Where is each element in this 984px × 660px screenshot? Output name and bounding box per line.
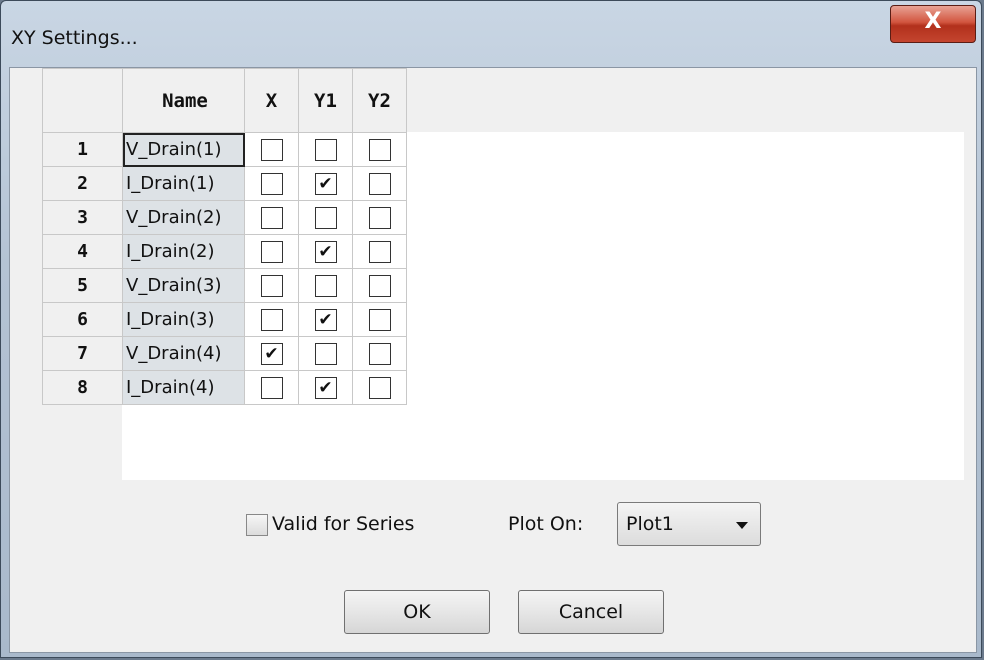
checkmark-icon: ✔ bbox=[264, 343, 279, 364]
close-button[interactable]: X bbox=[890, 5, 976, 43]
y1-checkbox[interactable]: ✔ bbox=[314, 240, 337, 263]
y1-cell bbox=[298, 200, 353, 235]
y2-cell bbox=[352, 234, 407, 269]
x-checkbox[interactable] bbox=[260, 308, 283, 331]
x-checkbox[interactable] bbox=[260, 274, 283, 297]
row-index: 6 bbox=[42, 302, 123, 337]
row-index: 8 bbox=[42, 370, 123, 405]
y1-checkbox[interactable] bbox=[314, 342, 337, 365]
header-name[interactable]: Name bbox=[122, 68, 245, 133]
series-name-cell[interactable]: V_Drain(4) bbox=[122, 336, 245, 371]
row-index: 5 bbox=[42, 268, 123, 303]
y1-checkbox[interactable] bbox=[314, 274, 337, 297]
grid-row: 1 V_Drain(1) bbox=[42, 132, 407, 167]
xy-grid: Name X Y1 Y2 1 V_Drain(1) 2 I_Drain(1) ✔ 3 V_D… bbox=[42, 68, 407, 405]
x-checkbox[interactable] bbox=[260, 240, 283, 263]
ok-button[interactable]: OK bbox=[344, 590, 490, 634]
checkmark-icon: ✔ bbox=[318, 241, 333, 262]
y2-checkbox[interactable] bbox=[368, 240, 391, 263]
plot-on-selected-value: Plot1 bbox=[626, 513, 674, 535]
series-name-cell[interactable]: V_Drain(2) bbox=[122, 200, 245, 235]
header-y1[interactable]: Y1 bbox=[298, 68, 353, 133]
valid-for-series-label: Valid for Series bbox=[272, 513, 415, 535]
series-name-cell[interactable]: I_Drain(2) bbox=[122, 234, 245, 269]
dialog-client-area: Name X Y1 Y2 1 V_Drain(1) 2 I_Drain(1) ✔ 3 V_D… bbox=[9, 67, 977, 653]
y1-cell: ✔ bbox=[298, 166, 353, 201]
y1-checkbox[interactable] bbox=[314, 206, 337, 229]
dialog-title: XY Settings... bbox=[11, 27, 138, 49]
checkmark-icon: ✔ bbox=[318, 377, 333, 398]
x-checkbox[interactable] bbox=[260, 376, 283, 399]
y1-cell: ✔ bbox=[298, 302, 353, 337]
y2-cell bbox=[352, 336, 407, 371]
y1-cell bbox=[298, 336, 353, 371]
y1-checkbox[interactable] bbox=[314, 138, 337, 161]
plot-on-dropdown[interactable]: Plot1 bbox=[617, 502, 761, 546]
y2-checkbox[interactable] bbox=[368, 138, 391, 161]
checkmark-icon: ✔ bbox=[318, 173, 333, 194]
grid-row: 7 V_Drain(4) ✔ bbox=[42, 336, 407, 371]
header-x[interactable]: X bbox=[244, 68, 299, 133]
grid-row: 3 V_Drain(2) bbox=[42, 200, 407, 235]
row-index: 2 bbox=[42, 166, 123, 201]
y2-cell bbox=[352, 200, 407, 235]
grid-header-row: Name X Y1 Y2 bbox=[42, 68, 407, 133]
y2-cell bbox=[352, 166, 407, 201]
y1-checkbox[interactable]: ✔ bbox=[314, 172, 337, 195]
y2-checkbox[interactable] bbox=[368, 308, 391, 331]
x-checkbox[interactable]: ✔ bbox=[260, 342, 283, 365]
row-index: 4 bbox=[42, 234, 123, 269]
y2-cell bbox=[352, 132, 407, 167]
x-cell: ✔ bbox=[244, 336, 299, 371]
x-checkbox[interactable] bbox=[260, 138, 283, 161]
series-name-cell[interactable]: V_Drain(3) bbox=[122, 268, 245, 303]
y2-checkbox[interactable] bbox=[368, 206, 391, 229]
title-bar[interactable]: XY Settings... X bbox=[1, 1, 981, 67]
y1-checkbox[interactable]: ✔ bbox=[314, 308, 337, 331]
y2-checkbox[interactable] bbox=[368, 376, 391, 399]
grid-row: 4 I_Drain(2) ✔ bbox=[42, 234, 407, 269]
plot-on-label: Plot On: bbox=[508, 513, 584, 535]
grid-row: 5 V_Drain(3) bbox=[42, 268, 407, 303]
y1-cell bbox=[298, 268, 353, 303]
row-index: 7 bbox=[42, 336, 123, 371]
y1-cell: ✔ bbox=[298, 234, 353, 269]
grid-row: 8 I_Drain(4) ✔ bbox=[42, 370, 407, 405]
y2-checkbox[interactable] bbox=[368, 274, 391, 297]
x-checkbox[interactable] bbox=[260, 172, 283, 195]
x-cell bbox=[244, 234, 299, 269]
x-cell bbox=[244, 200, 299, 235]
x-cell bbox=[244, 132, 299, 167]
xy-settings-dialog: XY Settings... X Name X Y1 Y2 1 V_Drain(1… bbox=[0, 0, 982, 658]
y1-cell: ✔ bbox=[298, 370, 353, 405]
chevron-down-icon bbox=[736, 522, 748, 529]
y2-checkbox[interactable] bbox=[368, 342, 391, 365]
series-name-cell[interactable]: V_Drain(1) bbox=[122, 132, 245, 167]
checkmark-icon: ✔ bbox=[318, 309, 333, 330]
y2-cell bbox=[352, 268, 407, 303]
header-row-index bbox=[42, 68, 123, 133]
x-checkbox[interactable] bbox=[260, 206, 283, 229]
row-index: 3 bbox=[42, 200, 123, 235]
header-y2[interactable]: Y2 bbox=[352, 68, 407, 133]
valid-for-series-checkbox[interactable] bbox=[246, 514, 268, 536]
y1-cell bbox=[298, 132, 353, 167]
x-cell bbox=[244, 370, 299, 405]
series-name-cell[interactable]: I_Drain(3) bbox=[122, 302, 245, 337]
series-name-cell[interactable]: I_Drain(1) bbox=[122, 166, 245, 201]
close-icon: X bbox=[924, 9, 942, 34]
row-index: 1 bbox=[42, 132, 123, 167]
grid-row: 6 I_Drain(3) ✔ bbox=[42, 302, 407, 337]
y2-cell bbox=[352, 302, 407, 337]
x-cell bbox=[244, 302, 299, 337]
grid-row: 2 I_Drain(1) ✔ bbox=[42, 166, 407, 201]
cancel-button[interactable]: Cancel bbox=[518, 590, 664, 634]
x-cell bbox=[244, 166, 299, 201]
y2-checkbox[interactable] bbox=[368, 172, 391, 195]
y1-checkbox[interactable]: ✔ bbox=[314, 376, 337, 399]
y2-cell bbox=[352, 370, 407, 405]
x-cell bbox=[244, 268, 299, 303]
series-name-cell[interactable]: I_Drain(4) bbox=[122, 370, 245, 405]
